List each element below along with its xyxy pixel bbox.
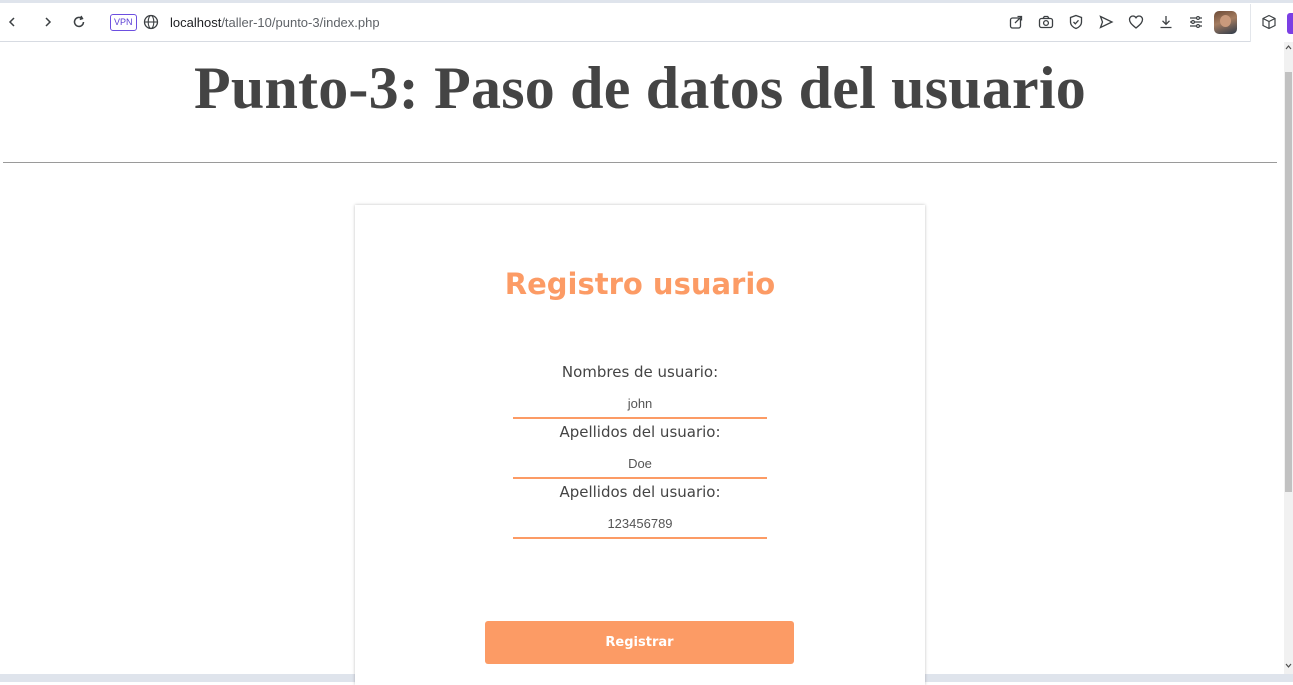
url-path: /taller-10/punto-3/index.php	[221, 15, 380, 30]
registration-card: Registro usuario Nombres de usuario: Ape…	[355, 205, 925, 685]
extension-box-icon[interactable]	[1261, 14, 1277, 30]
send-icon[interactable]	[1098, 14, 1114, 30]
camera-icon[interactable]	[1038, 14, 1054, 30]
field-label-apellidos-2: Apellidos del usuario:	[559, 483, 721, 501]
page-title: Punto-3: Paso de datos del usuario	[194, 55, 1086, 121]
menu-icon[interactable]	[1188, 14, 1204, 30]
forward-icon[interactable]	[36, 10, 60, 34]
address-bar[interactable]: localhost/taller-10/punto-3/index.php	[170, 15, 380, 30]
documento-input[interactable]	[513, 513, 767, 539]
profile-avatar[interactable]	[1214, 11, 1237, 34]
url-host: localhost	[170, 15, 222, 30]
field-label-nombres: Nombres de usuario:	[561, 363, 719, 381]
heart-icon[interactable]	[1128, 14, 1144, 30]
scroll-thumb[interactable]	[1285, 72, 1292, 492]
globe-icon[interactable]	[143, 14, 159, 30]
shield-icon[interactable]	[1068, 14, 1084, 30]
form-title: Registro usuario	[504, 267, 776, 301]
browser-toolbar: VPN localhost/taller-10/punto-3/index.ph…	[0, 0, 1293, 42]
horizontal-rule	[3, 162, 1277, 163]
reload-icon[interactable]	[67, 10, 91, 34]
share-icon[interactable]	[1008, 14, 1024, 30]
vpn-badge[interactable]: VPN	[110, 14, 137, 31]
nombres-input[interactable]	[513, 393, 767, 419]
extension-indicator[interactable]	[1287, 13, 1293, 34]
page-scrollbar[interactable]	[1284, 42, 1293, 674]
apellidos-input[interactable]	[513, 453, 767, 479]
download-icon[interactable]	[1158, 14, 1174, 30]
scroll-up-icon[interactable]	[1285, 44, 1292, 51]
scroll-down-icon[interactable]	[1285, 662, 1292, 669]
registrar-button[interactable]: Registrar	[485, 621, 794, 664]
back-icon[interactable]	[0, 10, 24, 34]
field-label-apellidos: Apellidos del usuario:	[559, 423, 721, 441]
